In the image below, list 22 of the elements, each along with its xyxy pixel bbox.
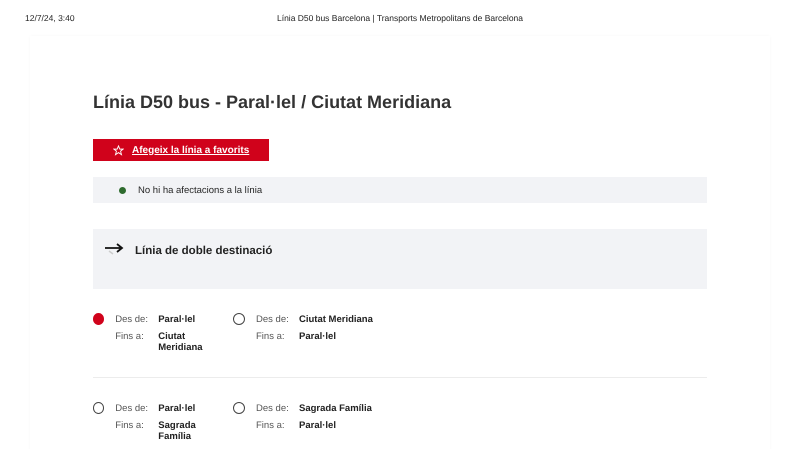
from-stop: Ciutat Meridiana	[299, 314, 373, 325]
from-label: Des de:	[256, 314, 290, 325]
to-stop: Paral·lel	[299, 331, 337, 342]
from-label: Des de:	[115, 403, 150, 414]
favorite-button[interactable]: Afegeix la línia a favorits	[93, 139, 270, 161]
line-heading: Línia D50 bus - Paral·lel / Ciutat Meridiana	[93, 91, 452, 114]
status-text: No hi ha afectacions a la línia	[138, 184, 262, 196]
from-label: Des de:	[256, 403, 290, 414]
page-title: Línia D50 bus Barcelona | Transports Metropolitans de Barcelona	[276, 13, 523, 23]
print-date: 12/7/24, 3:40	[25, 13, 75, 23]
to-label: Fins a:	[115, 420, 145, 433]
from-stop: Paral·lel	[158, 314, 196, 325]
to-label: Fins a:	[115, 331, 145, 344]
to-label: Fins a:	[256, 331, 286, 342]
from-stop: Paral·lel	[158, 403, 196, 414]
to-label: Fins a:	[256, 420, 286, 431]
to-stop: Paral·lel	[299, 420, 337, 431]
to-stop: Ciutat Meridiana	[158, 331, 204, 353]
to-stop: Sagrada Família	[158, 420, 197, 442]
from-label: Des de:	[115, 314, 149, 325]
info-text: Línia de doble destinació	[135, 245, 272, 257]
from-stop: Sagrada Família	[299, 403, 372, 414]
